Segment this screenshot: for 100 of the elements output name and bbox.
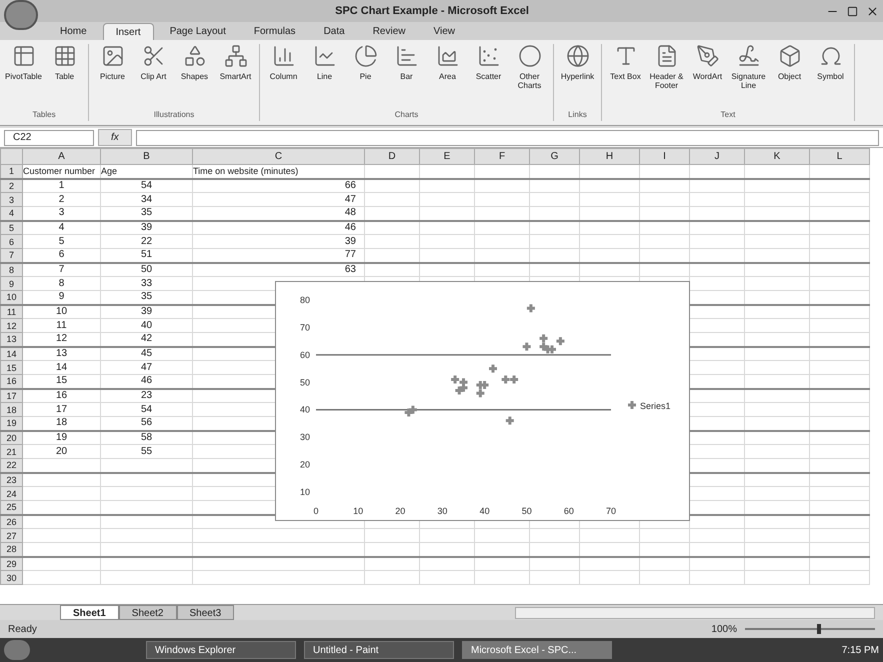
- column-header[interactable]: C: [192, 148, 364, 164]
- column-header[interactable]: D: [364, 148, 420, 164]
- ribbon-tab[interactable]: Review: [360, 23, 418, 40]
- row-number[interactable]: 7: [0, 248, 22, 262]
- start-button[interactable]: [4, 640, 30, 660]
- ribbon-button[interactable]: Column: [264, 44, 303, 109]
- row-number[interactable]: 15: [0, 360, 22, 374]
- column-header[interactable]: F: [474, 148, 530, 164]
- window-title: SPC Chart Example - Microsoft Excel: [334, 4, 530, 19]
- ribbon-button[interactable]: PivotTable: [4, 44, 43, 109]
- ribbon-button[interactable]: Shapes: [175, 44, 214, 109]
- ribbon-button[interactable]: Pie: [346, 44, 385, 109]
- cell-value: 45: [140, 348, 152, 359]
- sheet-tab[interactable]: Sheet1: [60, 605, 119, 620]
- row-number[interactable]: 9: [0, 276, 22, 290]
- ribbon-button[interactable]: Object: [770, 44, 809, 109]
- row-number[interactable]: 12: [0, 318, 22, 332]
- slider-thumb[interactable]: [816, 624, 820, 634]
- row-number[interactable]: 28: [0, 542, 22, 556]
- x-tick-label: 50: [522, 506, 532, 516]
- group-label: Illustrations: [152, 109, 196, 121]
- ribbon-tab[interactable]: Data: [312, 23, 357, 40]
- column-header[interactable]: L: [810, 148, 870, 164]
- ribbon-button[interactable]: WordArt: [688, 44, 727, 109]
- name-box[interactable]: C22: [4, 130, 94, 146]
- ribbon-tab[interactable]: Page Layout: [158, 23, 238, 40]
- row-number[interactable]: 24: [0, 486, 22, 500]
- y-tick-label: 70: [300, 322, 310, 332]
- row-number[interactable]: 18: [0, 402, 22, 416]
- column-header[interactable]: E: [420, 148, 474, 164]
- cell-value: 66: [344, 180, 356, 191]
- ribbon-button[interactable]: Symbol: [811, 44, 850, 109]
- row-number[interactable]: 16: [0, 374, 22, 388]
- cell-value: 47: [140, 362, 152, 372]
- column-header[interactable]: B: [100, 148, 192, 164]
- maximize-icon[interactable]: [847, 6, 858, 16]
- row-number[interactable]: 1: [0, 164, 22, 178]
- group-label: Tables: [31, 109, 57, 121]
- cell-value: 55: [140, 446, 152, 456]
- y-tick-label: 80: [300, 295, 310, 305]
- ribbon-button[interactable]: Bar: [387, 44, 426, 109]
- column-header[interactable]: H: [580, 148, 640, 164]
- column-header[interactable]: I: [640, 148, 690, 164]
- cell-value: 48: [344, 207, 356, 218]
- function-label[interactable]: fx: [98, 129, 132, 146]
- cell-value: 9: [58, 291, 64, 302]
- ribbon-button[interactable]: Hyperlink: [558, 44, 597, 109]
- cell-value: 58: [140, 432, 152, 443]
- ribbon-button[interactable]: Signature Line: [729, 44, 768, 109]
- ribbon-button[interactable]: Area: [428, 44, 467, 109]
- ribbon-button[interactable]: SmartArt: [216, 44, 255, 109]
- column-header[interactable]: K: [744, 148, 810, 164]
- sheet-tab[interactable]: Sheet3: [176, 605, 234, 620]
- cell-value: 42: [140, 333, 152, 344]
- ribbon-tab[interactable]: View: [421, 23, 467, 40]
- ribbon-tab[interactable]: Formulas: [242, 23, 308, 40]
- column-header[interactable]: A: [22, 148, 100, 164]
- cell-value: 63: [344, 264, 356, 275]
- row-number[interactable]: 22: [0, 458, 22, 472]
- row-number[interactable]: 6: [0, 234, 22, 248]
- column-header[interactable]: J: [690, 148, 744, 164]
- horizontal-scrollbar[interactable]: [515, 606, 875, 618]
- row-number[interactable]: 19: [0, 416, 22, 430]
- row-number[interactable]: 30: [0, 570, 22, 584]
- zoom-slider[interactable]: [745, 624, 875, 634]
- office-button[interactable]: [4, 0, 38, 30]
- row-number[interactable]: 13: [0, 332, 22, 346]
- ribbon-button[interactable]: Other Charts: [510, 44, 549, 109]
- ribbon-tab[interactable]: Insert: [102, 23, 154, 40]
- table-icon: [52, 44, 76, 68]
- data-point: [407, 404, 418, 416]
- ribbon-button[interactable]: Text Box: [606, 44, 645, 109]
- cell-value: 20: [56, 446, 68, 456]
- close-icon[interactable]: [866, 4, 879, 18]
- row-number[interactable]: 10: [0, 290, 22, 304]
- ribbon-button[interactable]: Table: [45, 44, 84, 109]
- row-number[interactable]: 25: [0, 500, 22, 514]
- taskbar-item[interactable]: Microsoft Excel - SPC...: [462, 641, 612, 659]
- cell-value: 40: [140, 320, 152, 330]
- ribbon-button[interactable]: Picture: [93, 44, 132, 109]
- taskbar-item[interactable]: Untitled - Paint: [304, 641, 454, 659]
- cell-value: 34: [140, 194, 152, 204]
- y-tick-label: 60: [300, 350, 310, 360]
- column-header[interactable]: G: [530, 148, 580, 164]
- ribbon-tab[interactable]: Home: [48, 23, 99, 40]
- taskbar-item[interactable]: Windows Explorer: [146, 641, 296, 659]
- ribbon-button[interactable]: Clip Art: [134, 44, 173, 109]
- ribbon-button[interactable]: Scatter: [469, 44, 508, 109]
- row-number[interactable]: 3: [0, 192, 22, 206]
- formula-input[interactable]: [136, 130, 879, 146]
- cell-value: 10: [56, 306, 68, 317]
- row-number[interactable]: 21: [0, 444, 22, 458]
- data-point: [403, 406, 414, 418]
- ribbon-button[interactable]: Line: [305, 44, 344, 109]
- row-number[interactable]: 4: [0, 206, 22, 220]
- ribbon-button[interactable]: Header & Footer: [647, 44, 686, 109]
- data-point: [450, 374, 461, 386]
- sheet-tab[interactable]: Sheet2: [118, 605, 176, 620]
- row-number[interactable]: 27: [0, 528, 22, 542]
- clipart-icon: [142, 44, 166, 68]
